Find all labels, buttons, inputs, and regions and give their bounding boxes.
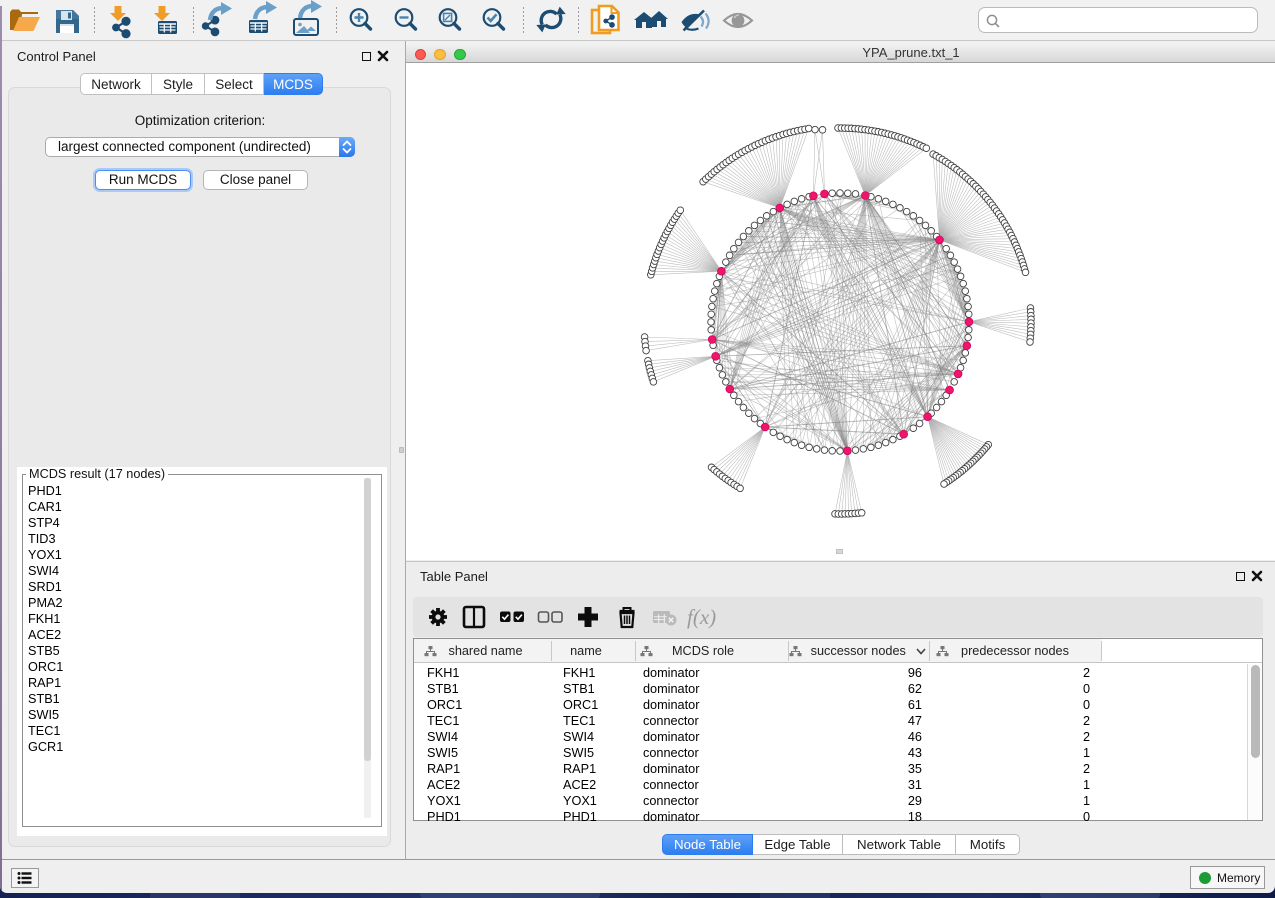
svg-text:f(x): f(x) [687, 605, 716, 629]
